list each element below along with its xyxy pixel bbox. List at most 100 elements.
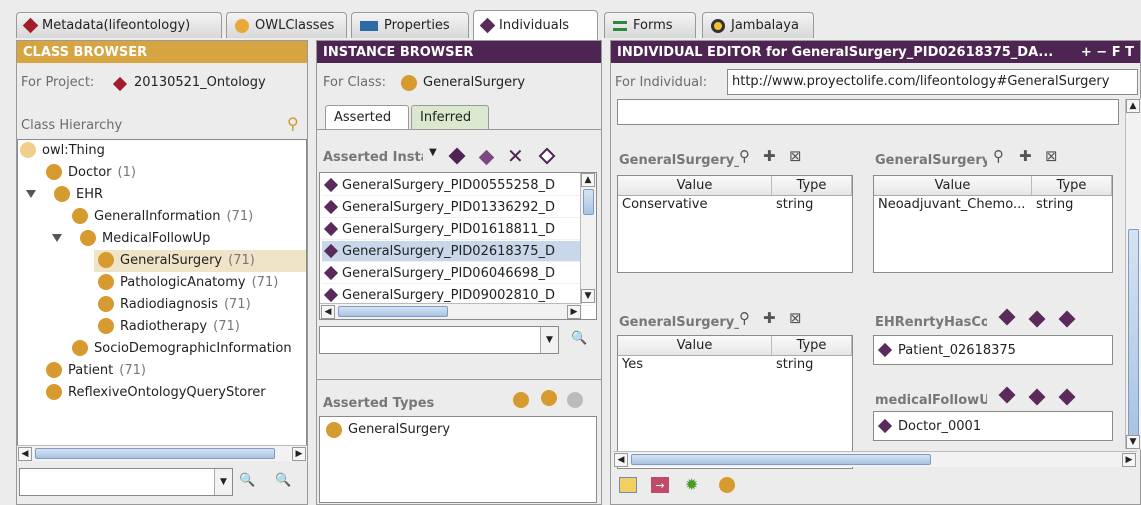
instance-list-hscroll[interactable]: ◀ ▶ [320, 303, 582, 319]
remove-value-icon[interactable]: ⊠ [789, 309, 802, 327]
scroll-thumb[interactable] [1128, 229, 1139, 439]
copy-instance-icon[interactable] [478, 149, 495, 166]
slot-table[interactable]: Value Type Yes string [617, 335, 853, 469]
scroll-left-arrow[interactable]: ◀ [321, 305, 335, 319]
list-item[interactable]: GeneralSurgery_PID06046698_D [322, 263, 594, 284]
create-instance-icon[interactable] [998, 386, 1016, 404]
object-slot-value[interactable]: Doctor_0001 [873, 411, 1113, 441]
find-next-binoculars-icon[interactable]: 🔍 [275, 473, 291, 488]
type-column-header[interactable]: Type [772, 336, 852, 355]
editor-vscroll[interactable]: ▲ ▼ [1125, 99, 1141, 449]
search-person-icon[interactable]: ⚲ [287, 114, 299, 133]
list-item[interactable]: GeneralSurgery_PID01336292_D [322, 197, 594, 218]
class-search-combo[interactable]: ▼ [19, 468, 233, 496]
object-slot-value[interactable]: Patient_02618375 [873, 335, 1113, 365]
value-column-header[interactable]: Value [874, 176, 1032, 195]
instance-search-combo[interactable]: ▼ [319, 326, 559, 354]
tree-item[interactable]: Doctor (1) [46, 164, 136, 180]
create-instance-icon[interactable] [448, 147, 466, 165]
remove-type-icon[interactable] [567, 392, 583, 408]
add-instance-icon[interactable] [1028, 388, 1046, 406]
create-type-icon[interactable] [541, 390, 557, 406]
types-list[interactable]: GeneralSurgery [319, 416, 597, 503]
table-row[interactable]: Yes string [618, 357, 852, 375]
instance-list[interactable]: GeneralSurgery_PID00555258_D GeneralSurg… [319, 172, 597, 320]
dropdown-arrow-icon[interactable]: ▼ [214, 469, 232, 495]
instance-list-vscroll[interactable]: ▲ ▼ [580, 173, 596, 303]
delete-instance-icon[interactable]: ✕ [507, 144, 524, 168]
add-type-icon[interactable] [513, 392, 529, 408]
table-row[interactable]: Conservative string [618, 197, 852, 215]
add-value-icon[interactable]: ✚ [763, 147, 776, 165]
dropdown-arrow-icon[interactable]: ▼ [429, 147, 437, 158]
tree-item[interactable]: Patient (71) [46, 362, 146, 378]
annotate-instance-icon[interactable] [538, 147, 556, 165]
list-item[interactable]: GeneralSurgery_PID00555258_D [322, 175, 594, 196]
comment-field[interactable] [617, 99, 1119, 125]
class-tree-hscroll[interactable]: ◀ ▶ [17, 445, 307, 461]
create-instance-icon[interactable] [998, 308, 1016, 326]
remove-instance-icon[interactable] [1058, 310, 1076, 328]
scroll-up-arrow[interactable]: ▲ [581, 173, 595, 187]
list-item-selected[interactable]: GeneralSurgery_PID02618375_D [322, 241, 594, 262]
table-row[interactable]: Neoadjuvant_Chemo... string [874, 197, 1112, 215]
tree-item[interactable]: Radiodiagnosis (71) [98, 296, 251, 312]
tab-owlclasses[interactable]: OWLClasses [226, 12, 347, 38]
value-column-header[interactable]: Value [618, 336, 772, 355]
class-dot-icon[interactable] [719, 477, 735, 493]
find-binoculars-icon[interactable]: 🔍 [239, 473, 255, 488]
expand-triangle-icon[interactable] [26, 190, 36, 198]
individual-uri-field[interactable]: http://www.proyectolife.com/lifeontology… [727, 69, 1138, 95]
class-tree[interactable]: owl:Thing Doctor (1) EHR GeneralInformati… [17, 139, 307, 454]
type-column-header[interactable]: Type [772, 176, 852, 195]
tab-inferred[interactable]: Inferred [411, 105, 489, 129]
header-controls[interactable]: + − F T [1081, 45, 1134, 60]
tab-forms[interactable]: Forms [604, 12, 696, 38]
add-value-icon[interactable]: ✚ [763, 309, 776, 327]
go-arrow-icon[interactable]: → [651, 477, 669, 493]
search-icon[interactable]: ⚲ [739, 147, 750, 165]
scroll-left-arrow[interactable]: ◀ [614, 453, 628, 467]
tab-asserted[interactable]: Asserted [325, 105, 409, 129]
tree-item[interactable]: GeneralInformation (71) [72, 208, 253, 224]
type-column-header[interactable]: Type [1032, 176, 1112, 195]
tree-item[interactable]: owl:Thing [20, 142, 105, 158]
value-column-header[interactable]: Value [618, 176, 772, 195]
scroll-thumb[interactable] [631, 454, 931, 465]
remove-value-icon[interactable]: ⊠ [789, 147, 802, 165]
add-instance-icon[interactable] [1028, 310, 1046, 328]
dropdown-arrow-icon[interactable]: ▼ [540, 327, 558, 353]
scroll-down-arrow[interactable]: ▼ [1126, 435, 1140, 449]
tree-item[interactable]: MedicalFollowUp [52, 230, 210, 246]
slot-table[interactable]: Value Type Neoadjuvant_Chemo... string [873, 175, 1113, 273]
scroll-right-arrow[interactable]: ▶ [292, 447, 306, 461]
tree-item-selected[interactable]: GeneralSurgery (71) [98, 252, 255, 268]
tree-item[interactable]: PathologicAnatomy (71) [98, 274, 278, 290]
add-value-icon[interactable]: ✚ [1019, 147, 1032, 165]
scroll-right-arrow[interactable]: ▶ [1122, 453, 1136, 467]
scroll-thumb[interactable] [583, 189, 594, 215]
list-item[interactable]: GeneralSurgery_PID01618811_D [322, 219, 594, 240]
tab-jambalaya[interactable]: Jambalaya [702, 12, 814, 38]
tree-item[interactable]: Radiotherapy (71) [98, 318, 240, 334]
list-item[interactable]: GeneralSurgery [322, 419, 594, 440]
scroll-down-arrow[interactable]: ▼ [581, 289, 595, 303]
search-icon[interactable]: ⚲ [739, 309, 750, 327]
tab-metadata[interactable]: Metadata(lifeontology) [16, 12, 222, 38]
tree-item[interactable]: SocioDemographicInformation [72, 340, 292, 356]
remove-instance-icon[interactable] [1058, 388, 1076, 406]
scroll-thumb[interactable] [35, 448, 275, 459]
tree-item[interactable]: EHR [26, 186, 103, 202]
slot-table[interactable]: Value Type Conservative string [617, 175, 853, 273]
scroll-thumb[interactable] [338, 306, 448, 317]
search-icon[interactable]: ⚲ [993, 147, 1004, 165]
scroll-right-arrow[interactable]: ▶ [567, 305, 581, 319]
tree-item[interactable]: ReflexiveOntologyQueryStorer [46, 384, 266, 400]
scroll-up-arrow[interactable]: ▲ [1126, 99, 1140, 113]
bug-icon[interactable]: ✹ [685, 475, 698, 494]
tab-properties[interactable]: Properties [351, 12, 469, 38]
save-down-icon[interactable] [619, 477, 637, 493]
find-binoculars-icon[interactable]: 🔍 [571, 331, 587, 346]
tab-individuals[interactable]: Individuals [473, 10, 598, 40]
remove-value-icon[interactable]: ⊠ [1045, 147, 1058, 165]
